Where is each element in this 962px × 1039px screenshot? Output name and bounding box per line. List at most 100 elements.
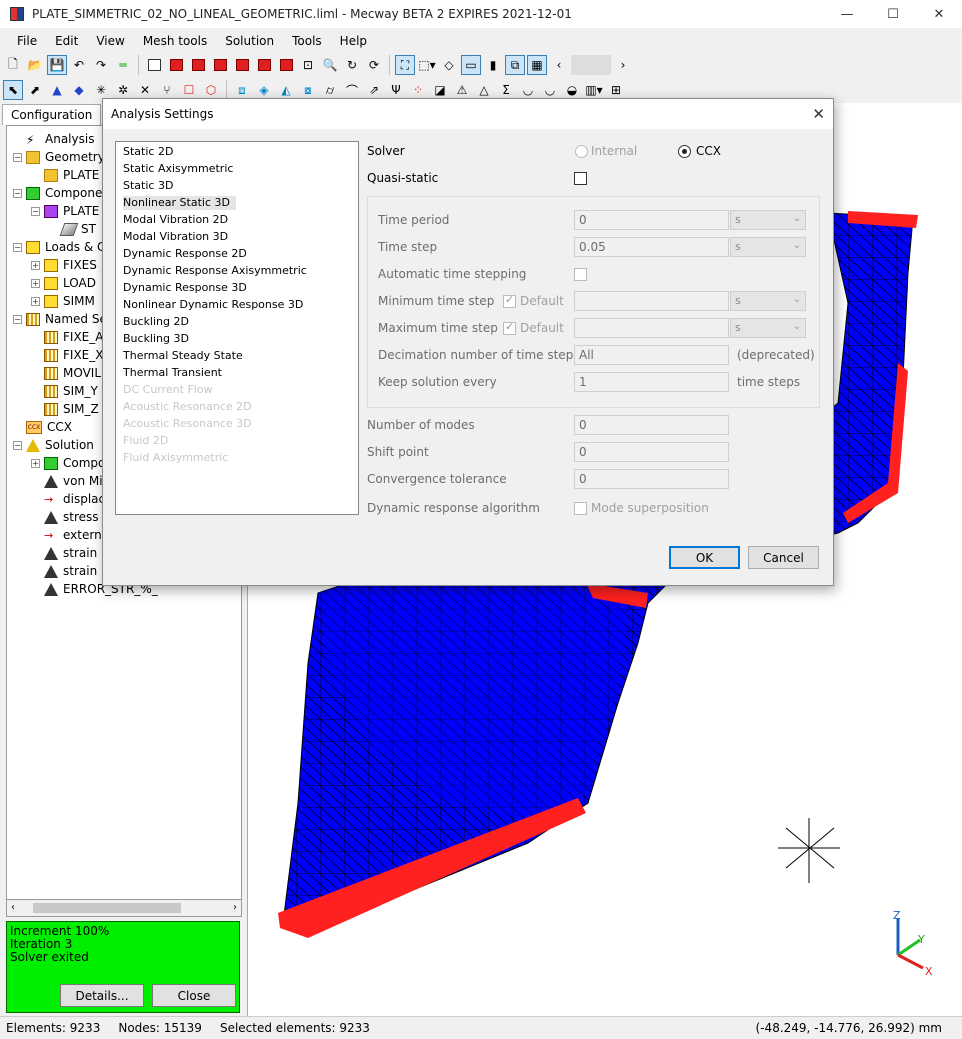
- tree-toggle-icon[interactable]: +: [31, 278, 40, 288]
- time-period-unit-select[interactable]: s ⌄: [730, 210, 806, 230]
- analysis-type-item[interactable]: Nonlinear Dynamic Response 3D: [123, 298, 303, 312]
- minimize-button[interactable]: —: [824, 0, 870, 28]
- time-step-input[interactable]: 0.05: [574, 237, 729, 257]
- keep-solution-input[interactable]: 1: [574, 372, 729, 392]
- fork-icon[interactable]: Ψ: [386, 80, 406, 100]
- branch-icon[interactable]: ⑂: [157, 80, 177, 100]
- tree-item[interactable]: + FIXES: [31, 256, 97, 274]
- save-icon[interactable]: 💾: [47, 55, 67, 75]
- details-button[interactable]: Details...: [60, 984, 144, 1007]
- triangle-icon[interactable]: △: [474, 80, 494, 100]
- shell-icon[interactable]: ◪: [430, 80, 450, 100]
- rect-select-icon[interactable]: ☐: [179, 80, 199, 100]
- tree-toggle-icon[interactable]: +: [31, 296, 40, 306]
- analysis-type-item[interactable]: Buckling 2D: [123, 315, 189, 329]
- tree-hscrollbar[interactable]: ‹ ›: [6, 900, 242, 917]
- tree-toggle-icon[interactable]: −: [31, 206, 40, 216]
- tree-item[interactable]: stress: [31, 508, 99, 526]
- tree-toggle-icon[interactable]: −: [13, 152, 22, 162]
- tree-toggle-icon[interactable]: −: [13, 440, 22, 450]
- arc-icon[interactable]: ⌒: [342, 80, 362, 100]
- view-back-icon[interactable]: [188, 55, 208, 75]
- close-button[interactable]: ✕: [916, 0, 962, 28]
- open-folder-icon[interactable]: 📂: [25, 55, 45, 75]
- tree-toggle-icon[interactable]: +: [31, 260, 40, 270]
- number-of-modes-input[interactable]: 0: [574, 415, 729, 435]
- max-time-step-input[interactable]: [574, 318, 729, 338]
- time-step-unit-select[interactable]: s ⌄: [730, 237, 806, 257]
- menu-mesh-tools[interactable]: Mesh tools: [134, 34, 216, 48]
- tree-item[interactable]: FIXE_X: [31, 346, 103, 364]
- redo-icon[interactable]: ↷: [91, 55, 111, 75]
- scroll-left-icon[interactable]: ‹: [549, 55, 569, 75]
- menu-tools[interactable]: Tools: [283, 34, 331, 48]
- cancel-button[interactable]: Cancel: [748, 546, 819, 569]
- menu-view[interactable]: View: [87, 34, 133, 48]
- extrude-icon[interactable]: ⇗: [364, 80, 384, 100]
- min-time-step-unit-select[interactable]: s ⌄: [730, 291, 806, 311]
- ok-button[interactable]: OK: [669, 546, 740, 569]
- analysis-type-item[interactable]: Modal Vibration 3D: [123, 230, 228, 244]
- tree-item[interactable]: ⚡ Analysis: [13, 130, 94, 148]
- view-iso-icon[interactable]: [144, 55, 164, 75]
- view-bottom-icon[interactable]: [276, 55, 296, 75]
- triangle-warn-icon[interactable]: ⚠: [452, 80, 472, 100]
- min-time-step-input[interactable]: [574, 291, 729, 311]
- dots-icon[interactable]: ⁘: [408, 80, 428, 100]
- tree-item[interactable]: FIXE_A: [31, 328, 103, 346]
- tree-item[interactable]: CCX CCX: [13, 418, 72, 436]
- tree-item[interactable]: strain: [31, 562, 97, 580]
- split-icon[interactable]: ⧇: [298, 80, 318, 100]
- wireframe-icon[interactable]: ⛶: [395, 55, 415, 75]
- select-arrow-icon[interactable]: ⬉: [3, 80, 23, 100]
- bowl2-icon[interactable]: ◡: [540, 80, 560, 100]
- dialog-close-icon[interactable]: ✕: [812, 105, 825, 123]
- tree-item[interactable]: PLATE: [31, 166, 99, 184]
- solid-icon[interactable]: ▮: [483, 55, 503, 75]
- tree-item[interactable]: MOVIL: [31, 364, 101, 382]
- tree-toggle-icon[interactable]: −: [13, 314, 22, 324]
- bowl3-icon[interactable]: ◒: [562, 80, 582, 100]
- table-icon[interactable]: ⊞: [606, 80, 626, 100]
- film-icon[interactable]: ▥▾: [584, 80, 604, 100]
- scroll-left-arrow-icon[interactable]: ‹: [11, 900, 15, 916]
- scroll-right-arrow-icon[interactable]: ›: [233, 900, 237, 916]
- close-status-button[interactable]: Close: [152, 984, 236, 1007]
- view-front-icon[interactable]: [166, 55, 186, 75]
- analysis-type-item[interactable]: Static 2D: [123, 145, 173, 159]
- scroll-thumb[interactable]: [33, 903, 181, 913]
- analysis-type-item[interactable]: Thermal Steady State: [123, 349, 243, 363]
- analysis-type-item[interactable]: Static Axisymmetric: [123, 162, 233, 176]
- tree-item[interactable]: SIM_Y: [31, 382, 98, 400]
- cross-select-icon[interactable]: ✲: [113, 80, 133, 100]
- tree-item[interactable]: SIM_Z: [31, 400, 99, 418]
- mesh-box-icon[interactable]: ⧉: [505, 55, 525, 75]
- menu-file[interactable]: File: [8, 34, 46, 48]
- tree-item[interactable]: → external: [31, 526, 112, 544]
- select-element-icon[interactable]: ◆: [69, 80, 89, 100]
- analysis-type-item[interactable]: Dynamic Response Axisymmetric: [123, 264, 307, 278]
- analysis-type-item[interactable]: Thermal Transient: [123, 366, 222, 380]
- max-time-step-unit-select[interactable]: s ⌄: [730, 318, 806, 338]
- zoom-fit-icon[interactable]: ⊡: [298, 55, 318, 75]
- sigma-icon[interactable]: Σ: [496, 80, 516, 100]
- view-left-icon[interactable]: [210, 55, 230, 75]
- tree-toggle-icon[interactable]: +: [31, 458, 40, 468]
- analysis-type-item[interactable]: Static 3D: [123, 179, 173, 193]
- tree-item[interactable]: + LOAD: [31, 274, 96, 292]
- cylinder-icon[interactable]: ⌭: [320, 80, 340, 100]
- mode-superposition-checkbox[interactable]: [574, 502, 587, 515]
- menu-help[interactable]: Help: [331, 34, 376, 48]
- decimation-input[interactable]: All: [574, 345, 729, 365]
- quasi-static-checkbox[interactable]: [574, 172, 587, 185]
- solve-icon[interactable]: ═: [113, 55, 133, 75]
- solver-ccx-radio[interactable]: [678, 145, 691, 158]
- node-tool-icon[interactable]: ⧈: [232, 80, 252, 100]
- delete-icon[interactable]: ✕: [135, 80, 155, 100]
- mesh-grid-icon[interactable]: ▦: [527, 55, 547, 75]
- menu-solution[interactable]: Solution: [216, 34, 283, 48]
- tree-item[interactable]: ST: [49, 220, 96, 238]
- max-default-checkbox[interactable]: ✓: [503, 320, 516, 335]
- select-node-icon[interactable]: ⬈: [25, 80, 45, 100]
- zoom-icon[interactable]: 🔍: [320, 55, 340, 75]
